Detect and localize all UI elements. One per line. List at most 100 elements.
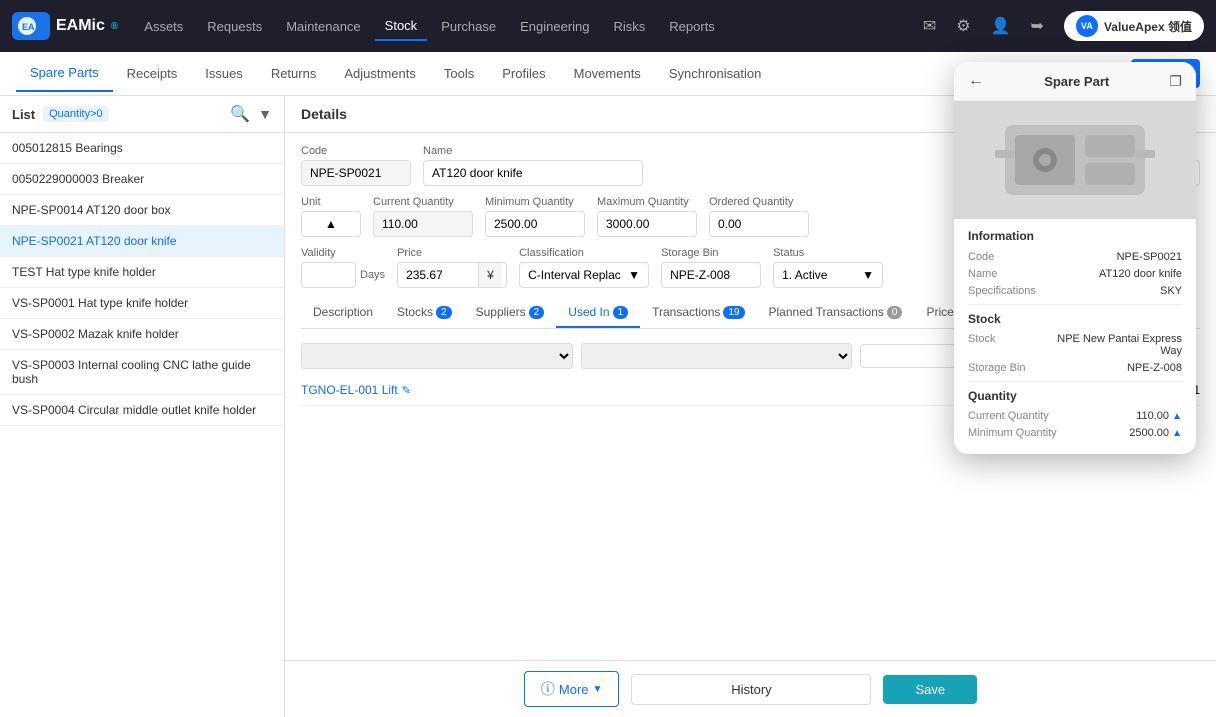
value-apex-logo-icon: VA (1076, 15, 1098, 37)
price-input[interactable] (398, 263, 478, 287)
qty-section-title: Quantity (968, 389, 1182, 403)
subnav-issues[interactable]: Issues (191, 56, 257, 91)
search-icon[interactable]: 🔍 (230, 104, 250, 124)
nav-engineering[interactable]: Engineering (510, 13, 599, 40)
tab-used-in[interactable]: Used In 1 (556, 298, 640, 328)
list-item[interactable]: VS-SP0002 Mazak knife holder (0, 319, 284, 350)
info-name-row: Name AT120 door knife (968, 268, 1182, 280)
subnav-returns[interactable]: Returns (257, 56, 331, 91)
info-name-value: AT120 door knife (1099, 268, 1182, 280)
status-value: 1. Active (782, 268, 827, 282)
tab-transactions[interactable]: Transactions 19 (640, 298, 756, 328)
divider-1 (968, 304, 1182, 305)
nav-risks[interactable]: Risks (604, 13, 656, 40)
tab-description[interactable]: Description (301, 298, 385, 328)
ordered-qty-label: Ordered Quantity (709, 196, 809, 208)
more-arrow-icon: ▼ (593, 684, 603, 695)
more-label: More (559, 682, 589, 697)
field-storage-bin: Storage Bin (661, 247, 761, 288)
price-currency: ¥ (478, 263, 502, 287)
tab-stocks[interactable]: Stocks 2 (385, 298, 464, 328)
nav-reports[interactable]: Reports (659, 13, 725, 40)
min-qty-value: 2500.00 ▲ (1129, 427, 1182, 439)
min-qty-label: Minimum Quantity (968, 427, 1057, 439)
code-input[interactable] (301, 160, 411, 186)
nav-maintenance[interactable]: Maintenance (276, 13, 370, 40)
field-unit: Unit ▲ (301, 196, 361, 237)
save-button[interactable]: Save (883, 675, 977, 704)
nav-stock[interactable]: Stock (375, 12, 428, 41)
current-qty-input[interactable] (373, 211, 473, 237)
info-spec-row: Specifications SKY (968, 285, 1182, 297)
stock-section-title: Stock (968, 312, 1182, 326)
field-min-qty: Minimum Quantity (485, 196, 585, 237)
list-item[interactable]: 005012815 Bearings (0, 133, 284, 164)
field-code: Code (301, 145, 411, 186)
mobile-card-title: Spare Part (1044, 74, 1109, 89)
mfr-filter-select[interactable] (581, 343, 853, 369)
tab-suppliers[interactable]: Suppliers 2 (464, 298, 557, 328)
mobile-back-icon[interactable]: ← (968, 72, 984, 90)
logout-icon[interactable]: ➥ (1023, 12, 1052, 40)
subnav-adjustments[interactable]: Adjustments (330, 56, 430, 91)
list-item[interactable]: VS-SP0001 Hat type knife holder (0, 288, 284, 319)
code-label: Code (301, 145, 411, 157)
more-button[interactable]: ⓘ More ▼ (524, 671, 620, 707)
storage-bin-input[interactable] (661, 262, 761, 288)
info-code-row: Code NPE-SP0021 (968, 251, 1182, 263)
field-max-qty: Maximum Quantity (597, 196, 697, 237)
settings-icon[interactable]: ⚙ (948, 12, 978, 40)
mobile-expand-icon[interactable]: ❐ (1169, 73, 1182, 90)
asset-cell: TGNO-EL-001 Lift ✎ (301, 383, 573, 397)
stock-row: Stock NPE New Pantai Express Way (968, 333, 1182, 357)
info-code-value: NPE-SP0021 (1117, 251, 1182, 263)
nav-assets[interactable]: Assets (134, 13, 193, 40)
value-apex-badge: VA ValueApex 领值 (1064, 11, 1204, 41)
unit-input[interactable]: ▲ (301, 211, 361, 237)
asset-edit-icon[interactable]: ✎ (402, 384, 411, 397)
list-title: List (12, 107, 35, 122)
validity-input[interactable] (301, 262, 356, 288)
status-select[interactable]: 1. Active ▼ (773, 262, 883, 288)
ordered-qty-input[interactable] (709, 211, 809, 237)
status-arrow: ▼ (862, 268, 874, 282)
mobile-card-header: ← Spare Part ❐ (954, 62, 1196, 101)
name-label: Name (423, 145, 740, 157)
quantity-filter-badge: Quantity>0 (43, 106, 109, 122)
mobile-card-image (954, 101, 1196, 219)
name-input[interactable] (423, 160, 643, 186)
min-qty-input[interactable] (485, 211, 585, 237)
subnav-profiles[interactable]: Profiles (488, 56, 559, 91)
list-item[interactable]: TEST Hat type knife holder (0, 257, 284, 288)
bin-row: Storage Bin NPE-Z-008 (968, 362, 1182, 374)
history-button[interactable]: History (631, 674, 871, 705)
subnav-sync[interactable]: Synchronisation (655, 56, 776, 91)
asset-link[interactable]: TGNO-EL-001 Lift (301, 383, 398, 397)
list-item[interactable]: VS-SP0004 Circular middle outlet knife h… (0, 395, 284, 426)
stock-label: Stock (968, 333, 996, 357)
stocks-badge: 2 (436, 306, 452, 319)
max-qty-input[interactable] (597, 211, 697, 237)
subnav-tools[interactable]: Tools (430, 56, 488, 91)
nav-requests[interactable]: Requests (197, 13, 272, 40)
planned-badge: 0 (887, 306, 903, 319)
mobile-card: ← Spare Part ❐ Information Code NPE-SP00… (954, 62, 1196, 454)
list-item[interactable]: VS-SP0003 Internal cooling CNC lathe gui… (0, 350, 284, 395)
subnav-receipts[interactable]: Receipts (113, 56, 192, 91)
spare-part-svg (985, 105, 1165, 215)
list-item[interactable]: NPE-SP0014 AT120 door box (0, 195, 284, 226)
tab-planned-transactions[interactable]: Planned Transactions 0 (757, 298, 915, 328)
list-item[interactable]: 0050229000003 Breaker (0, 164, 284, 195)
classif-select[interactable]: C-Interval Replac ▼ (519, 262, 649, 288)
nav-purchase[interactable]: Purchase (431, 13, 506, 40)
asset-filter-select[interactable] (301, 343, 573, 369)
list-item-selected[interactable]: NPE-SP0021 AT120 door knife (0, 226, 284, 257)
subnav-spare-parts[interactable]: Spare Parts (16, 55, 113, 92)
subnav-movements[interactable]: Movements (560, 56, 655, 91)
field-classification: Classification C-Interval Replac ▼ (519, 247, 649, 288)
user-icon[interactable]: 👤 (983, 12, 1019, 40)
message-icon[interactable]: ✉ (915, 12, 944, 40)
unit-label: Unit (301, 196, 361, 208)
classif-label: Classification (519, 247, 649, 259)
filter-icon[interactable]: ▼ (258, 106, 272, 122)
